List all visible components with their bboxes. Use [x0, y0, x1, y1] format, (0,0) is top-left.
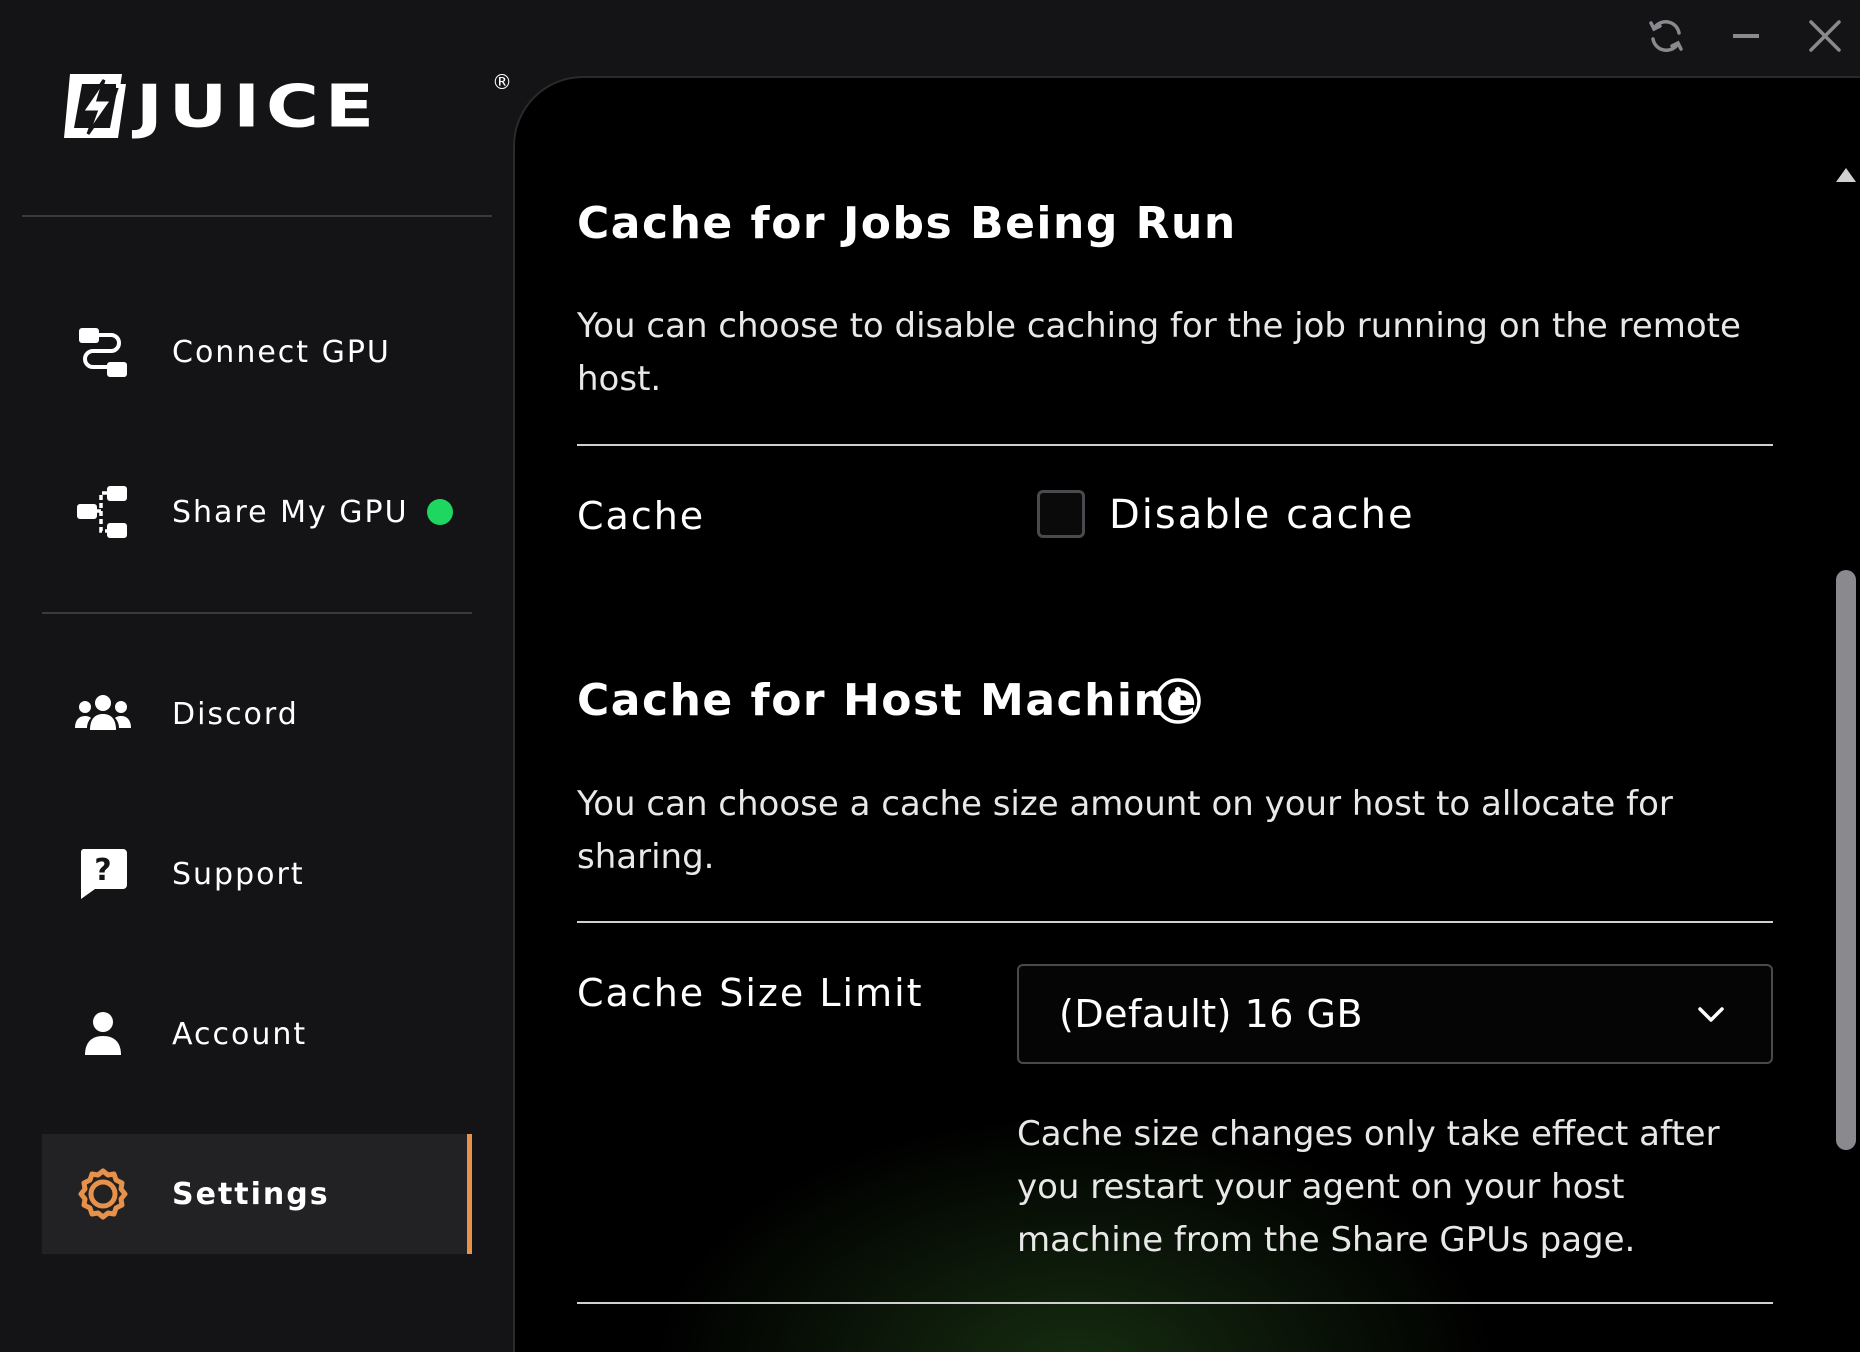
chevron-down-icon [1698, 1007, 1724, 1022]
section-divider [577, 921, 1773, 923]
sidebar-item-support[interactable]: ? Support [42, 814, 472, 934]
cache-size-limit-label: Cache Size Limit [577, 971, 924, 1015]
disable-cache-label[interactable]: Disable cache [1109, 492, 1415, 538]
share-gpu-icon [72, 481, 134, 543]
sidebar-item-settings[interactable]: Settings [42, 1134, 472, 1254]
sidebar-divider [42, 612, 472, 614]
people-icon [72, 683, 134, 745]
scroll-up-arrow-icon[interactable] [1834, 166, 1858, 186]
scrollbar-thumb[interactable] [1836, 570, 1856, 1150]
cache-size-note: Cache size changes only take effect afte… [1017, 1114, 1720, 1260]
sidebar-item-discord[interactable]: Discord [42, 654, 472, 774]
sidebar-item-share-my-gpu[interactable]: Share My GPU [42, 452, 472, 572]
sidebar-item-connect-gpu[interactable]: Connect GPU [42, 292, 472, 412]
logo-text: JUICE [136, 71, 381, 141]
cache-size-select-value: (Default) 16 GB [1059, 992, 1364, 1036]
bolt-logo-icon [64, 74, 126, 138]
user-icon [72, 1003, 134, 1065]
section-divider [577, 1302, 1773, 1304]
sidebar-item-label: Discord [172, 696, 299, 732]
sidebar-item-label: Support [172, 856, 305, 892]
section-title-jobs-cache: Cache for Jobs Being Run [577, 198, 1237, 249]
sidebar-item-label: Share My GPU [172, 494, 409, 530]
cache-size-select[interactable]: (Default) 16 GB [1017, 964, 1773, 1064]
online-status-dot [427, 499, 453, 525]
question-bubble-icon: ? [72, 843, 134, 905]
gear-icon [72, 1163, 134, 1225]
sync-icon[interactable] [1638, 12, 1694, 60]
cache-field-label: Cache [577, 494, 706, 538]
sidebar-item-account[interactable]: Account [42, 974, 472, 1094]
section-description: You can choose to disable caching for th… [577, 306, 1741, 399]
settings-panel: Cache for Jobs Being Run You can choose … [513, 76, 1860, 1352]
sidebar-item-label: Settings [172, 1176, 330, 1212]
info-icon[interactable] [1153, 676, 1203, 726]
active-indicator [467, 1134, 472, 1254]
app-window: JUICE ® Connect GPU Share My GPU Discord… [0, 0, 1860, 1352]
connect-gpu-icon [72, 321, 134, 383]
section-description: You can choose a cache size amount on yo… [577, 784, 1673, 877]
minimize-icon[interactable] [1718, 12, 1774, 60]
svg-text:?: ? [94, 853, 111, 888]
juice-logo: JUICE ® [60, 66, 512, 146]
registered-mark: ® [492, 70, 512, 94]
close-icon[interactable] [1797, 12, 1853, 60]
sidebar-item-label: Account [172, 1016, 308, 1052]
section-divider [577, 444, 1773, 446]
disable-cache-checkbox[interactable] [1037, 490, 1085, 538]
sidebar-item-label: Connect GPU [172, 334, 391, 370]
section-title-host-cache: Cache for Host Machine [577, 675, 1198, 726]
scrollbar[interactable] [1826, 160, 1860, 1352]
sidebar-divider [22, 215, 492, 217]
